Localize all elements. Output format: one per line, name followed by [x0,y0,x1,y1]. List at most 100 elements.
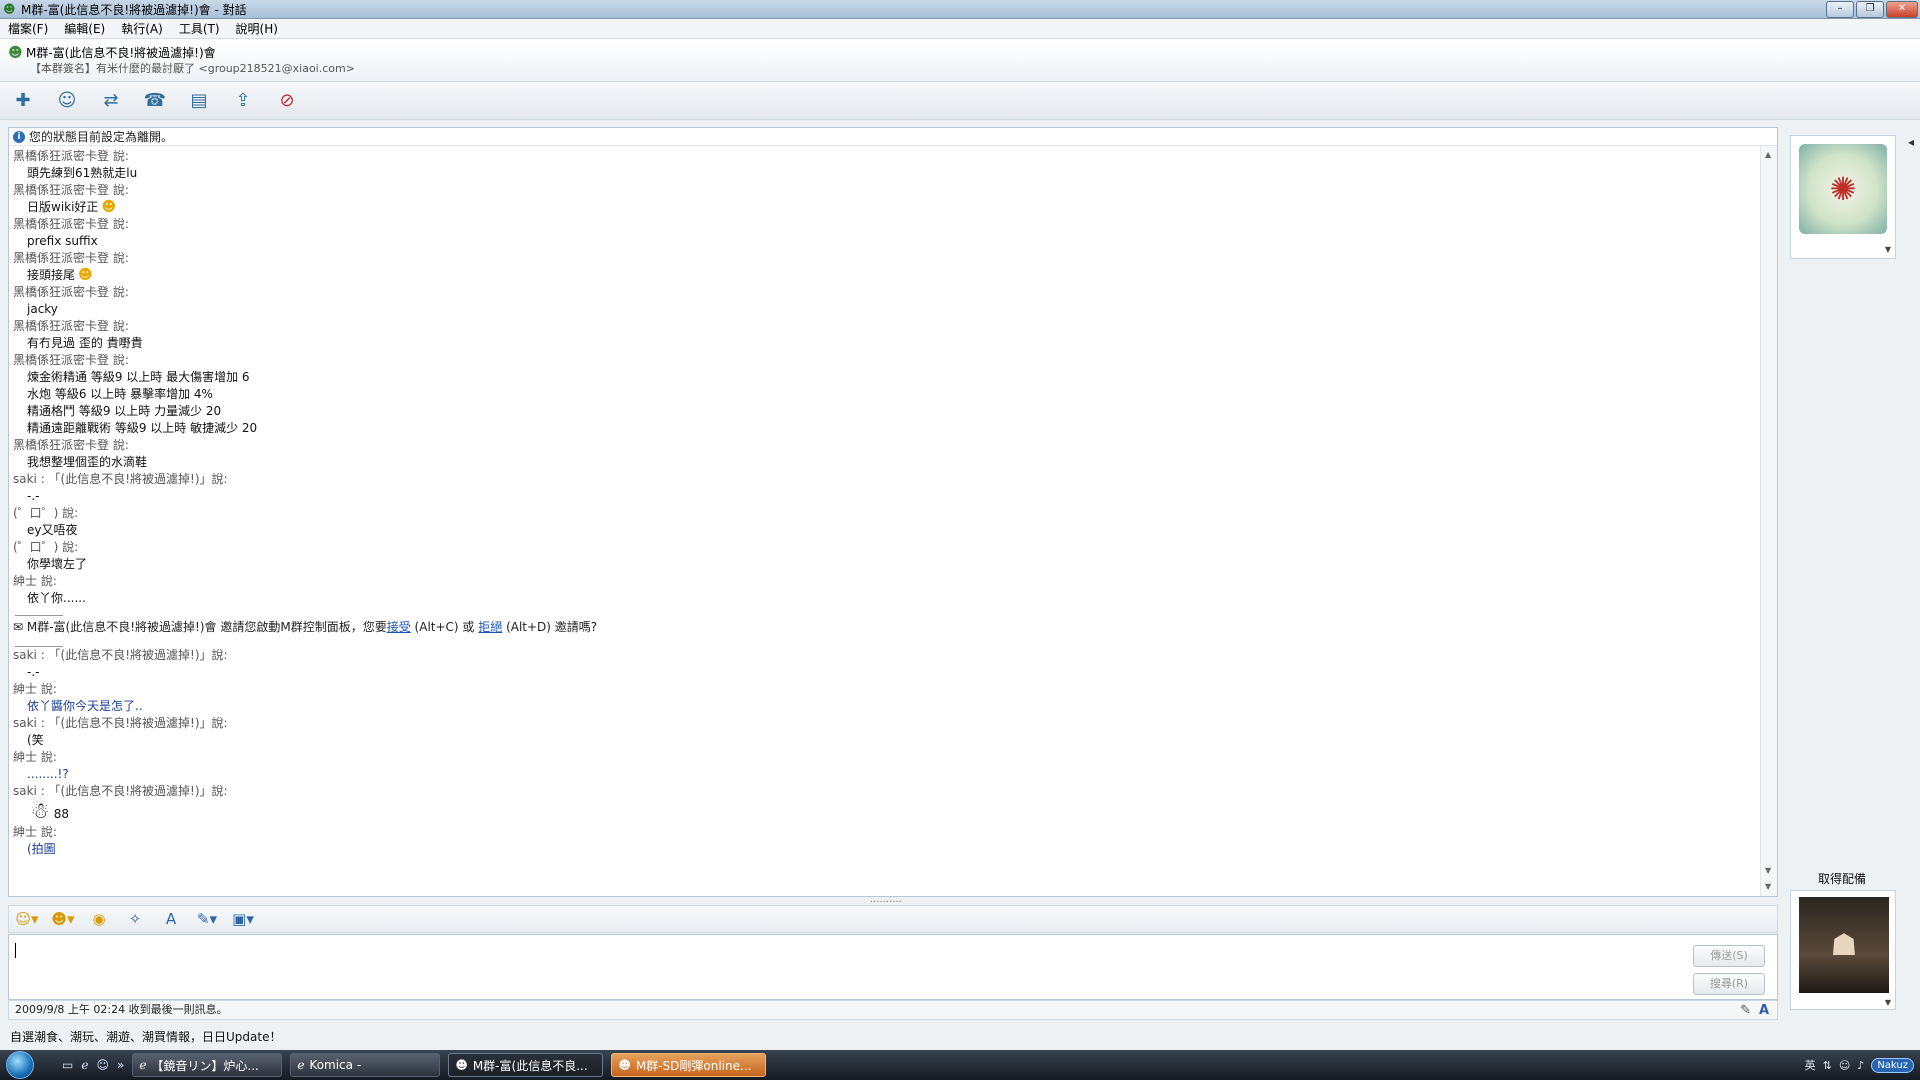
invite-notice: ✉ M群-富(此信息不良!將被過濾掉!)會 邀請您啟動M群控制面板，您要接受 (… [13,616,1753,638]
get-picture-link[interactable]: 取得配備 [1818,870,1866,887]
group-icon[interactable]: ☺ [54,88,80,114]
message-text-content: 精通遠距離戰術 等級9 以上時 敏捷減少 20 [27,421,258,435]
last-message-time: 2009/9/8 上午 02:24 收到最後一則訊息。 [15,1003,228,1016]
message-text: -.- [13,488,1753,505]
volume-icon[interactable]: ♪ [1857,1059,1864,1072]
nudge-icon[interactable]: ✧ [123,910,147,928]
message-text-content: 煉金術精通 等級9 以上時 最大傷害增加 6 [27,370,250,384]
network-icon[interactable]: ⇅ [1823,1059,1832,1072]
maximize-button[interactable]: ❐ [1856,1,1884,18]
message-sender: saki : 「(此信息不良!將被過濾掉!)」說: [13,716,228,730]
menu-tools[interactable]: 工具(T) [171,20,228,37]
send-button[interactable]: 傳送(S) [1693,945,1765,967]
collapse-panel-icon[interactable]: ◂ [1908,135,1914,149]
message-text-content: (拍圖 [27,842,56,856]
search-button[interactable]: 搜尋(R) [1693,973,1765,995]
splitter-handle[interactable]: .......... [870,895,910,905]
call-icon[interactable]: ☎ [142,88,168,114]
close-button[interactable]: ✕ [1886,1,1918,18]
message-text: prefix suffix [13,233,1753,250]
status-bar: 2009/9/8 上午 02:24 收到最後一則訊息。 ✎ A [8,1000,1778,1020]
brand-logo[interactable]: Nakuz [1871,1057,1914,1073]
messenger-quicklaunch-icon[interactable]: ☺ [96,1058,109,1072]
chat-history[interactable]: i 您的狀態目前設定為離開。 黑橋係狂派密卡登 說: 頭先練到61熟就走lu 黑橋係… [8,127,1778,897]
handwriting-icon[interactable]: ✎ [1740,1002,1751,1020]
text-mode-icon[interactable]: A [1759,1002,1769,1020]
font-icon[interactable]: A [159,910,183,928]
task-1[interactable]: ℯ Komica - [290,1053,441,1077]
wink-icon[interactable]: ☻▾ [51,910,75,928]
menu-edit[interactable]: 編輯(E) [56,20,113,37]
message-sender: (゜口゜) 說: [13,540,79,554]
message-list: 黑橋係狂派密卡登 說: 頭先練到61熟就走lu 黑橋係狂派密卡登 說: 日版wiki好… [13,148,1753,858]
message-text-content: jacky [27,302,58,316]
chat-app-icon: ☻ [3,2,16,16]
menu-bar: 檔案(F) 編輯(E) 執行(A) 工具(T) 說明(H) [0,19,1920,39]
menu-file[interactable]: 檔案(F) [0,20,56,37]
taskbar: ▭ ℯ ☺ » ℯ 【鏡音リン】炉心... ℯ Komica - ☻ M群-富(此信息… [0,1050,1920,1080]
message-sender: 紳士 說: [13,825,57,839]
message-text: 頭先練到61熟就走lu [13,165,1753,182]
scroll-end-icon[interactable]: ▼ [1765,882,1771,891]
person-avatar-icon: ☗ [1799,897,1889,993]
scroll-up-icon[interactable]: ▲ [1765,150,1771,159]
message-text: 依丫醬你今天是怎了.. [13,698,1753,715]
minimize-button[interactable]: – [1826,1,1854,18]
message-sender: 黑橋係狂派密卡登 說: [13,319,129,333]
ime-icon[interactable]: 英 [1805,1057,1816,1073]
invite-icon[interactable]: ⇪ [230,88,256,114]
conversation-header: ☻ M群-富(此信息不良!將被過濾掉!)會 【本群簽名】有米什麼的最討厭了 <g… [0,39,1920,82]
emoticon-icon[interactable]: ◉ [87,910,111,928]
menu-help[interactable]: 說明(H) [228,20,286,37]
message-text: ........!? [13,766,1753,783]
window-controls: – ❐ ✕ [1826,1,1918,18]
start-button[interactable] [0,1050,40,1080]
message-input[interactable]: 傳送(S) 搜尋(R) [8,934,1778,1000]
message-text-content: 日版wiki好正 [27,200,99,214]
message-text-content: -.- [27,489,40,503]
message-text: ey又唔夜 [13,522,1753,539]
message-text: 日版wiki好正 ☻ [13,199,1753,216]
show-desktop-icon[interactable]: ▭ [62,1058,73,1072]
status-note: i 您的狀態目前設定為離開。 [9,128,1777,146]
ie-quicklaunch-icon[interactable]: ℯ [81,1058,88,1072]
message-text: 你學壞左了 [13,556,1753,573]
more-icon[interactable]: » [117,1058,124,1072]
chevron-down-icon[interactable]: ▼ [1885,245,1891,254]
share-icon[interactable]: ⇄ [98,88,124,114]
chat-scrollbar[interactable]: ▲ ▼ ▼ [1760,146,1777,896]
invite-middle: (Alt+C) 或 [410,620,479,634]
sticker-icon: ☃ [30,799,50,824]
mail-icon: ✉ [13,620,27,634]
pen-icon[interactable]: ✎▾ [195,910,219,928]
ad-banner-text[interactable]: 自選潮食、潮玩、潮遊、潮買情報，日日Update！ [10,1028,281,1045]
files-icon[interactable]: ▤ [186,88,212,114]
task-0[interactable]: ℯ 【鏡音リン】炉心... [132,1053,283,1077]
message-text-content: 精通格鬥 等級9 以上時 力量減少 20 [27,404,222,418]
title-bar: ☻ M群-富(此信息不良!將被過濾掉!)會 - 對話 – ❐ ✕ [0,0,1920,19]
message-text-content: 接頭接尾 [27,268,76,282]
decline-link[interactable]: 拒絕 [478,620,502,634]
task-3[interactable]: ☻ M群-SD剛彈online... [611,1053,767,1077]
my-avatar[interactable]: ☗ ▼ [1790,890,1896,1010]
invite-prefix: M群-富(此信息不良!將被過濾掉!)會 邀請您啟動M群控制面板，您要 [26,620,387,634]
messenger-tray-icon[interactable]: ☺ [1839,1059,1850,1072]
message-text-content: 你學壞左了 [27,557,88,571]
task-2[interactable]: ☻ M群-富(此信息不良... [448,1053,604,1077]
background-icon[interactable]: ▣▾ [231,910,255,928]
message-text-content: prefix suffix [27,234,98,248]
chevron-down-icon[interactable]: ▼ [1885,998,1891,1007]
message-sender: 黑橋係狂派密卡登 說: [13,217,129,231]
add-contact-icon[interactable]: ✚ [10,88,36,114]
block-icon[interactable]: ⊘ [274,88,300,114]
scroll-down-icon[interactable]: ▼ [1765,866,1771,875]
message-sender: saki : 「(此信息不良!將被過濾掉!)」說: [13,784,228,798]
accept-link[interactable]: 接受 [387,620,411,634]
message-text-content: (笑 [27,733,44,747]
message-sender: 黑橋係狂派密卡登 說: [13,183,129,197]
message-text: 接頭接尾 ☻ [13,267,1753,284]
smile-icon[interactable]: ☺▾ [15,910,39,928]
message-sender: 紳士 說: [13,682,57,696]
group-avatar[interactable]: ✺ ▼ [1790,135,1896,259]
menu-actions[interactable]: 執行(A) [113,20,171,37]
